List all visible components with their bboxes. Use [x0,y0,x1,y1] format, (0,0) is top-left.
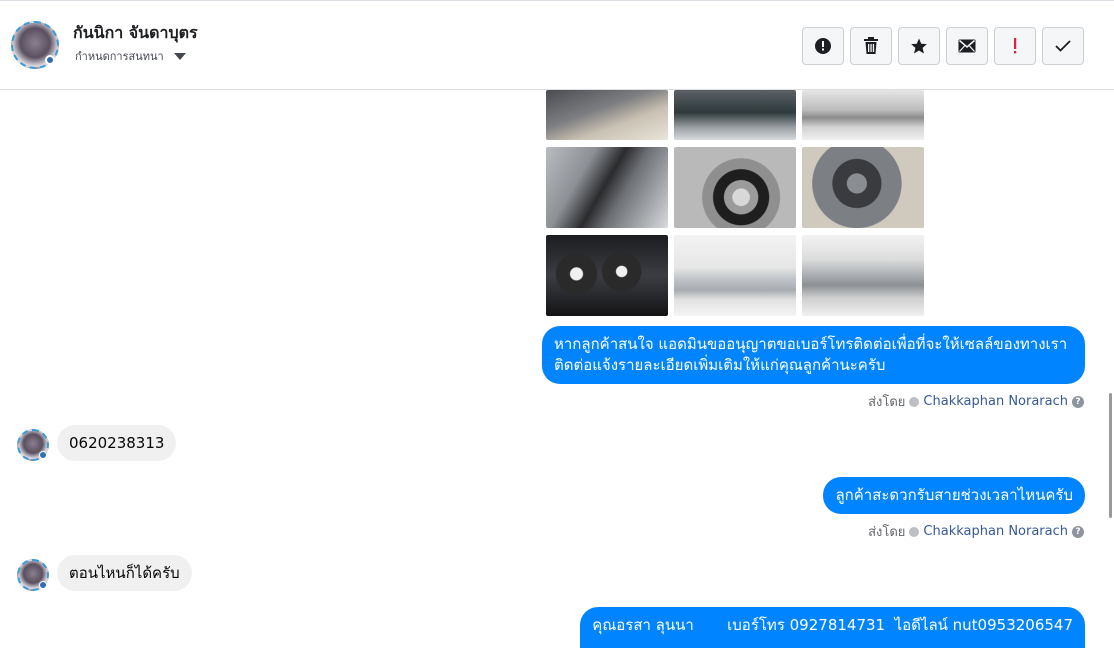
action-toolbar [802,27,1084,65]
conversation-assign-dropdown[interactable]: กำหนดการสนทนา [75,47,186,65]
mark-unread-button[interactable] [946,27,988,65]
outgoing-message[interactable]: หากลูกค้าสนใจ แอดมินขออนุญาตขอเบอร์โทรติ… [542,326,1085,384]
car-photo-interior-seat[interactable] [546,90,668,140]
car-photo-gauge-cluster[interactable] [546,235,668,316]
messenger-badge-icon [39,581,47,589]
car-photo-rear-seat[interactable] [674,90,796,140]
sent-by-info: ส่งโดย Chakkaphan Norarach ? [868,391,1084,412]
help-icon[interactable]: ? [1072,395,1084,408]
delete-button[interactable] [850,27,892,65]
mark-spam-button[interactable] [802,27,844,65]
conversation-assign-label: กำหนดการสนทนา [75,50,164,63]
trash-icon [864,37,878,54]
verified-icon [909,526,920,537]
alert-circle-icon [815,38,831,54]
incoming-message[interactable]: ตอนไหนก็ได้ครับ [57,555,192,591]
contact-name[interactable]: กันนิกา จันดาบุตร [73,21,198,46]
mark-important-button[interactable] [994,27,1036,65]
message-text-line: หากลูกค้าสนใจ แอดมินขออนุญาตขอเบอร์โทรติ… [554,335,1068,353]
car-photo-rear-view[interactable] [802,90,924,140]
sent-by-info: ส่งโดย Chakkaphan Norarach ? [868,521,1084,542]
scrollbar[interactable] [1109,393,1112,518]
messenger-badge-icon [39,451,47,459]
car-photo-wheel[interactable] [674,147,796,228]
car-photo-rear-three-quarter[interactable] [802,235,924,316]
caret-down-icon [173,52,186,60]
sender-name-link[interactable]: Chakkaphan Norarach [923,524,1068,539]
sent-by-label: ส่งโดย [868,395,906,410]
contact-avatar-small[interactable] [17,559,49,591]
star-button[interactable] [898,27,940,65]
star-icon [911,38,927,54]
verified-icon [909,396,920,407]
car-photo-side-view[interactable] [674,235,796,316]
sent-by-label: ส่งโดย [868,525,906,540]
incoming-message[interactable]: 0620238313 [57,425,177,461]
exclamation-icon [1014,38,1017,54]
contact-avatar-small[interactable] [17,429,49,461]
mark-done-button[interactable] [1042,27,1084,65]
contact-avatar[interactable] [11,21,59,69]
envelope-icon [958,39,976,53]
conversation-header: กันนิกา จันดาบุตร กำหนดการสนทนา [0,0,1114,90]
sender-name-link[interactable]: Chakkaphan Norarach [923,394,1068,409]
help-icon[interactable]: ? [1072,525,1084,538]
outgoing-message[interactable]: ลูกค้าสะดวกรับสายช่วงเวลาไหนครับ [823,477,1085,514]
check-icon [1055,40,1071,52]
car-photo-steering-wheel[interactable] [802,147,924,228]
messenger-badge-icon [45,55,55,65]
car-photo-door-panel[interactable] [546,147,668,228]
message-text-line: ติดต่อแจ้งรายละเอียดเพิ่มเติมให้แก่คุณลู… [554,356,886,374]
outgoing-message[interactable]: คุณอรสา ลุนนา เบอร์โทร 0927814731 ไอดีไล… [580,607,1085,648]
